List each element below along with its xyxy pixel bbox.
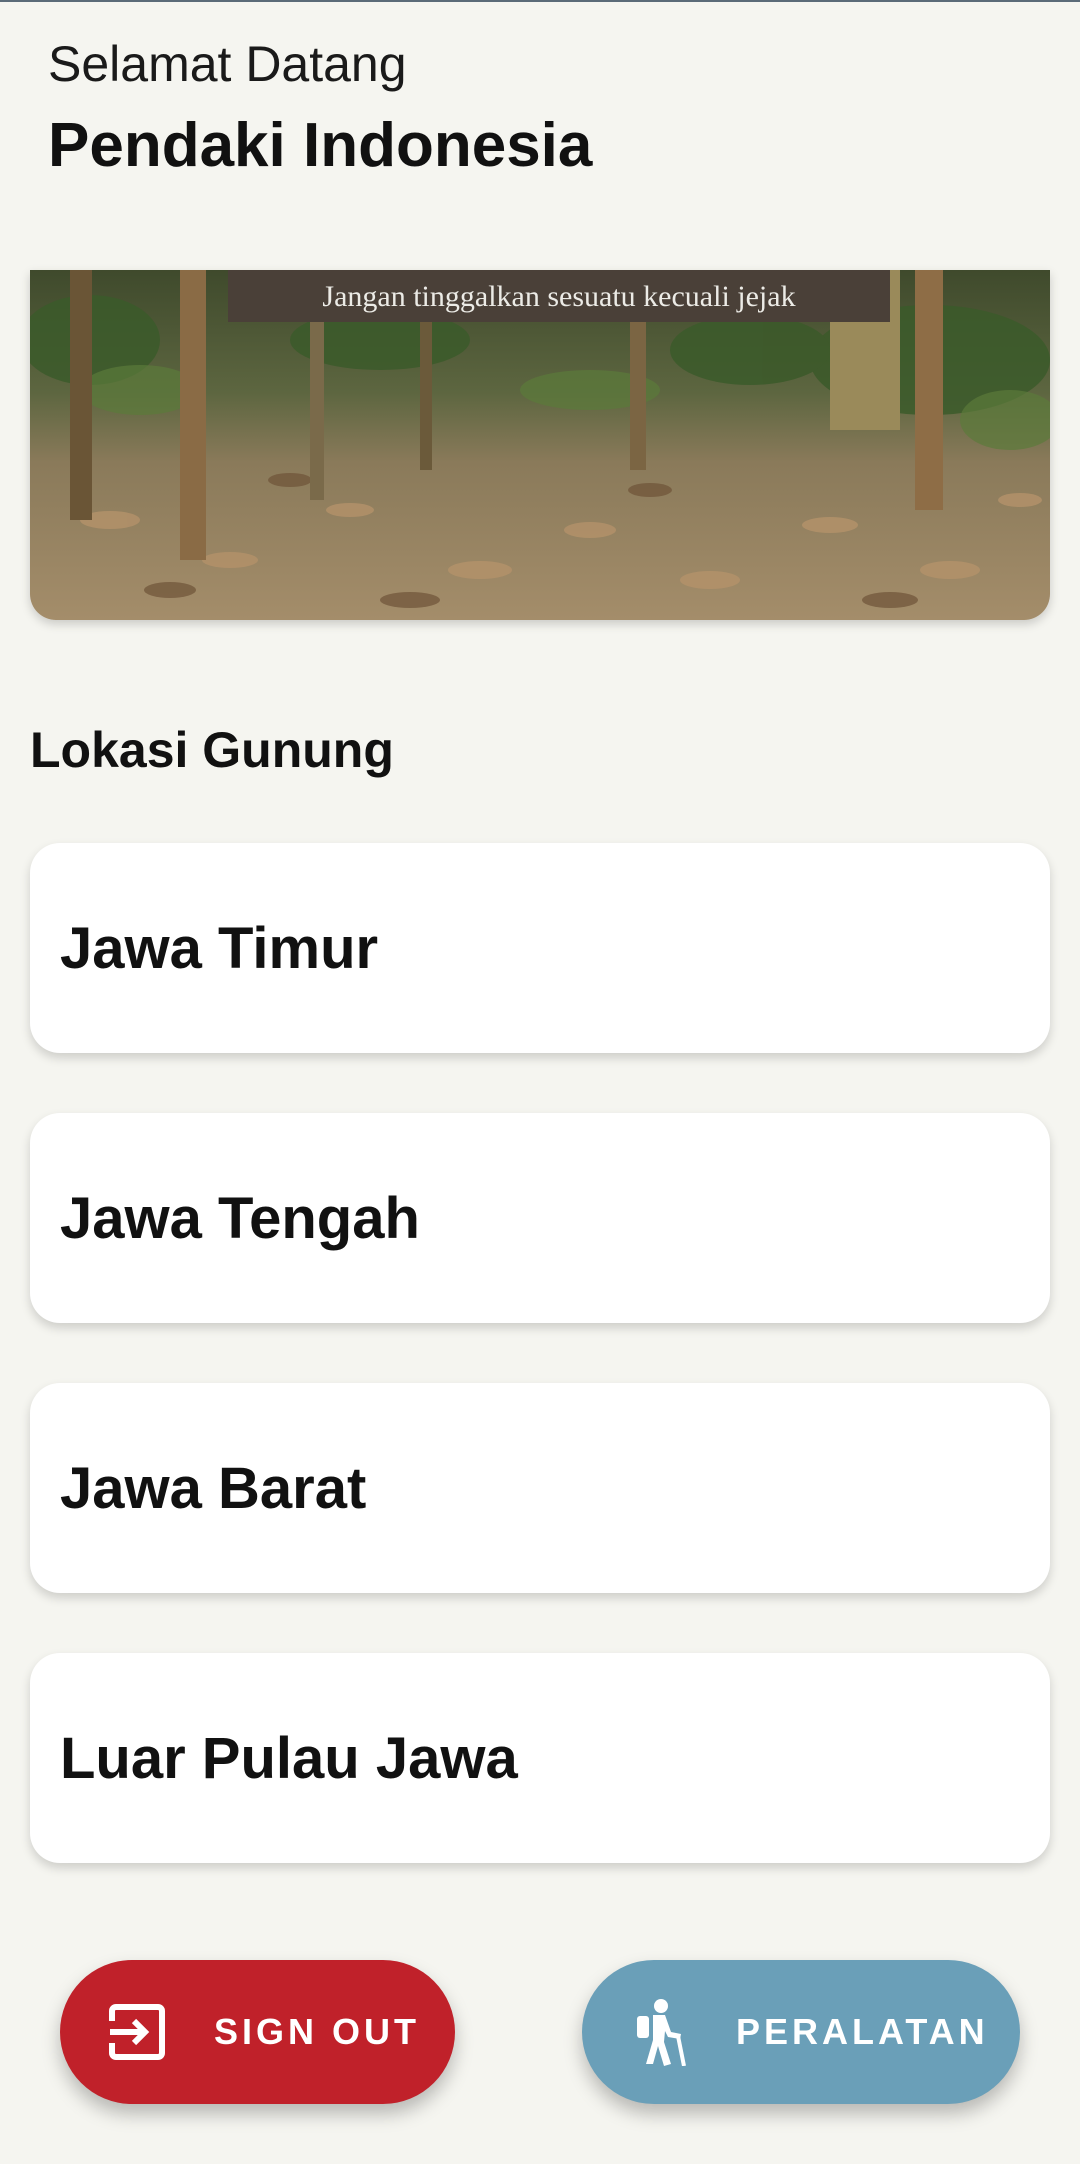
greeting-text: Selamat Datang (48, 36, 407, 92)
sign-out-button[interactable]: SIGN OUT (60, 1960, 455, 2104)
location-card-label: Jawa Barat (60, 1455, 367, 1521)
peralatan-button[interactable]: PERALATAN (582, 1960, 1020, 2104)
location-card-luar-pulau-jawa[interactable]: Luar Pulau Jawa (30, 1653, 1050, 1863)
banner-sign-text: Jangan tinggalkan sesuatu kecuali jejak (322, 280, 795, 313)
page-title: Pendaki Indonesia (48, 111, 593, 180)
location-card-label: Luar Pulau Jawa (60, 1725, 518, 1791)
peralatan-label: PERALATAN (736, 2011, 989, 2052)
section-title: Lokasi Gunung (30, 722, 394, 778)
exit-icon (102, 1997, 172, 2067)
location-card-jawa-timur[interactable]: Jawa Timur (30, 843, 1050, 1053)
location-card-label: Jawa Timur (60, 915, 379, 981)
location-card-jawa-barat[interactable]: Jawa Barat (30, 1383, 1050, 1593)
location-card-jawa-tengah[interactable]: Jawa Tengah (30, 1113, 1050, 1323)
sign-out-label: SIGN OUT (214, 2011, 421, 2052)
location-card-label: Jawa Tengah (60, 1185, 420, 1251)
status-bar-line (0, 0, 1080, 2)
hiker-icon (624, 1997, 694, 2067)
banner-image: Jangan tinggalkan sesuatu kecuali jejak (30, 270, 1050, 620)
